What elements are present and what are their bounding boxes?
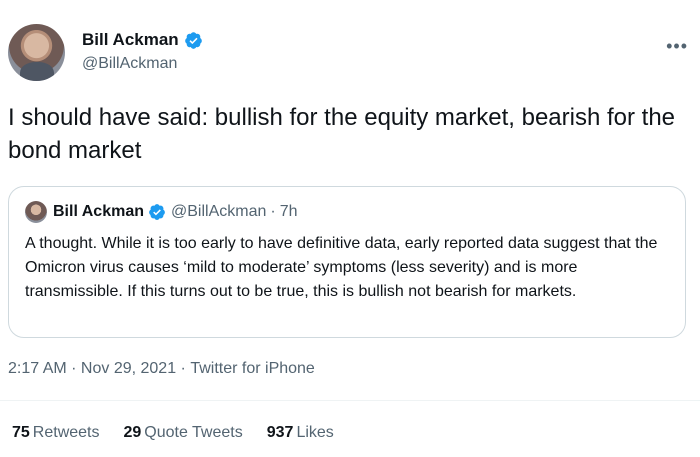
divider — [0, 400, 700, 401]
tweet-time[interactable]: 2:17 AM — [8, 360, 67, 378]
tweet-header: Bill Ackman @BillAckman ••• — [0, 0, 700, 90]
quoted-tweet[interactable]: Bill Ackman @BillAckman · 7h A thought. … — [8, 186, 686, 338]
quoted-separator: · — [270, 203, 276, 220]
author-name-row[interactable]: Bill Ackman — [82, 29, 203, 51]
likes-label: Likes — [296, 424, 334, 441]
meta-separator: · — [66, 360, 81, 377]
verified-badge-icon — [184, 31, 202, 49]
likes-count: 937 — [266, 424, 294, 441]
likes-stat[interactable]: 937 Likes — [267, 424, 334, 442]
retweets-stat[interactable]: 75 Retweets — [12, 424, 100, 442]
quote-tweets-count: 29 — [123, 424, 142, 441]
quoted-tweet-text: A thought. While it is too early to have… — [25, 235, 658, 300]
retweets-count: 75 — [12, 424, 30, 441]
quoted-avatar[interactable] — [25, 201, 47, 223]
meta-separator: · — [176, 360, 191, 377]
quoted-timestamp[interactable]: 7h — [280, 203, 298, 221]
quote-tweets-stat[interactable]: 29 Quote Tweets — [124, 424, 243, 442]
author-handle[interactable]: @BillAckman — [82, 55, 177, 73]
quoted-author-name: Bill Ackman — [53, 203, 144, 220]
avatar[interactable] — [8, 24, 65, 81]
quoted-tweet-header: Bill Ackman @BillAckman · 7h — [25, 201, 298, 223]
more-horizontal-icon[interactable]: ••• — [666, 36, 688, 57]
quote-tweets-label: Quote Tweets — [144, 424, 243, 441]
tweet-text: I should have said: bullish for the equi… — [8, 104, 676, 164]
retweets-label: Retweets — [32, 424, 100, 441]
verified-badge-icon — [149, 204, 165, 220]
tweet-date[interactable]: Nov 29, 2021 — [81, 360, 176, 378]
quoted-author-handle: @BillAckman — [171, 203, 267, 220]
tweet-source[interactable]: Twitter for iPhone — [190, 360, 315, 378]
author-name[interactable]: Bill Ackman — [82, 29, 179, 51]
tweet-stats: 75 Retweets 29 Quote Tweets 937 Likes — [12, 424, 358, 442]
tweet-meta: 2:17 AM · Nov 29, 2021 · Twitter for iPh… — [8, 360, 315, 378]
